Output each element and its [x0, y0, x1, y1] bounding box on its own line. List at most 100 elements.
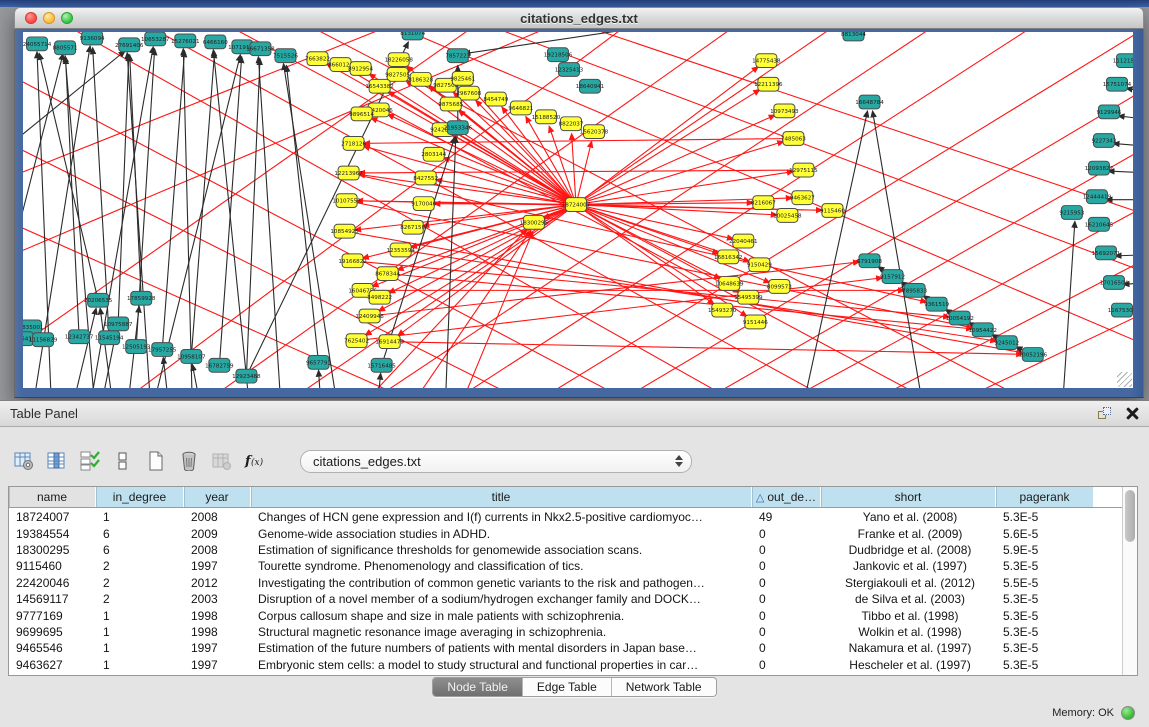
graph-edge [576, 90, 760, 205]
tab-edge-table[interactable]: Edge Table [523, 678, 612, 696]
graph-node-label: 7515526 [273, 54, 298, 60]
table-cell: 18724007 [9, 510, 96, 524]
minimize-window-button[interactable] [43, 12, 55, 24]
table-cell: Estimation of significance thresholds fo… [251, 543, 752, 557]
table-row[interactable]: 977716911998Corpus callosum shape and si… [9, 607, 1122, 623]
import-table-icon[interactable] [210, 449, 234, 473]
svg-text:(x): (x) [251, 457, 264, 468]
tab-node-table[interactable]: Node Table [433, 678, 523, 696]
graph-node-label: 8813044 [841, 32, 866, 38]
graph-edge [63, 308, 96, 388]
zoom-window-button[interactable] [61, 12, 73, 24]
graph-node-label: 16210645 [1085, 222, 1114, 228]
show-columns-icon[interactable] [45, 449, 69, 473]
table-row[interactable]: 1456911722003Disruption of a novel membe… [9, 591, 1122, 607]
graph-node-label: 7625402 [344, 339, 369, 345]
table-cell: de Silva et al. (2003) [821, 592, 996, 606]
table-cell: Structural magnetic resonance image aver… [251, 625, 752, 639]
table-cell: 1 [96, 625, 184, 639]
graph-node-label: 8267150 [400, 225, 425, 231]
graph-node-label: 9157912 [880, 275, 905, 281]
table-cell: 0 [752, 625, 821, 639]
float-panel-icon[interactable] [1098, 407, 1112, 421]
graph-node-label: 8678344 [375, 272, 400, 278]
table-row[interactable]: 969969511998Structural magnetic resonanc… [9, 624, 1122, 640]
column-header-label: year [205, 490, 228, 504]
column-header-name[interactable]: name [9, 487, 96, 507]
close-window-button[interactable] [25, 12, 37, 24]
graph-node-label: 8099573 [767, 284, 792, 290]
network-view-frame: 1872400776638228660128891295418226058982… [14, 29, 1144, 398]
graph-edge [118, 55, 129, 324]
close-panel-icon[interactable] [1126, 407, 1139, 420]
column-header-in_degree[interactable]: in_degree [96, 487, 184, 507]
column-header-title[interactable]: title [251, 487, 752, 507]
network-canvas[interactable]: 1872400776638228660128891295418226058982… [23, 32, 1133, 388]
column-header-year[interactable]: year [184, 487, 251, 507]
graph-node-label: 15692071 [1092, 251, 1121, 257]
graph-node-label: 12505193 [122, 345, 151, 351]
graph-edge [576, 115, 775, 205]
column-header-pagerank[interactable]: pagerank [996, 487, 1094, 507]
table-row[interactable]: 2242004622012Investigating the contribut… [9, 575, 1122, 591]
graph-node-label: 7835001 [23, 325, 44, 331]
graph-node-label: 15751074 [1103, 82, 1132, 88]
table-cell: 1997 [184, 658, 251, 672]
new-table-icon[interactable] [144, 449, 168, 473]
graph-node-label: 2718126 [341, 141, 366, 147]
column-header-out_de[interactable]: △out_de… [752, 487, 821, 507]
graph-node-label: 7857223 [445, 54, 470, 60]
graph-node-label: 19166822 [338, 259, 366, 265]
graph-node-label: 12409948 [355, 314, 384, 320]
table-cell: 1 [96, 641, 184, 655]
graph-node-label: 8805571 [53, 46, 78, 52]
row-height-icon[interactable] [111, 449, 135, 473]
graph-node-label: 16648784 [855, 100, 884, 106]
table-cell: Investigating the contribution of common… [251, 576, 752, 590]
table-row[interactable]: 911546021997Tourette syndrome. Phenomeno… [9, 558, 1122, 574]
table-vertical-scrollbar[interactable] [1122, 487, 1137, 675]
graph-node-label: 7485063 [781, 137, 806, 143]
table-cell: 2 [96, 559, 184, 573]
table-settings-icon[interactable] [12, 449, 36, 473]
table-row[interactable]: 1830029562008Estimation of significance … [9, 542, 1122, 558]
table-row[interactable]: 1938455462009Genome-wide association stu… [9, 525, 1122, 541]
function-builder-icon[interactable]: f(x) [243, 449, 267, 473]
select-columns-icon[interactable] [78, 449, 102, 473]
column-header-label: name [37, 490, 67, 504]
scrollbar-thumb[interactable] [1125, 490, 1135, 542]
table-cell: Embryonic stem cells: a model to study s… [251, 658, 752, 672]
window-title: citations_edges.txt [15, 11, 1143, 26]
column-header-short[interactable]: short [821, 487, 996, 507]
window-titlebar[interactable]: citations_edges.txt [14, 7, 1144, 29]
graph-node-label: 21953346 [444, 126, 473, 132]
graph-node-label: 10052196 [1019, 352, 1048, 358]
table-cell: Hescheler et al. (1997) [821, 658, 996, 672]
table-cell: Yano et al. (2008) [821, 510, 996, 524]
graph-node-label: 16671358 [246, 47, 275, 53]
graph-edge [246, 59, 260, 377]
graph-node-label: 9215953 [1059, 210, 1084, 216]
table-row[interactable]: 946554611997Estimation of the future num… [9, 640, 1122, 656]
resize-grip-icon[interactable] [1117, 372, 1132, 387]
table-cell: 22420046 [9, 576, 96, 590]
table-cell: 5.6E-5 [996, 527, 1094, 541]
graph-node-label: 17016504 [1100, 280, 1129, 286]
network-view-window[interactable]: citations_edges.txt 18724007766382286601… [14, 7, 1144, 398]
graph-edge [353, 261, 950, 317]
graph-node-label: 9827505 [385, 72, 410, 78]
graph-node-label: 27691406 [115, 43, 144, 49]
table-cell: 1998 [184, 625, 251, 639]
delete-table-icon[interactable] [177, 449, 201, 473]
table-row[interactable]: 1872400712008Changes of HCN gene express… [9, 509, 1122, 525]
table-cell: 1997 [184, 641, 251, 655]
graph-edge [364, 139, 794, 144]
column-header-label: short [895, 490, 922, 504]
tab-network-table[interactable]: Network Table [612, 678, 716, 696]
graph-edge [544, 71, 1133, 388]
table-row[interactable]: 946362711997Embryonic stem cells: a mode… [9, 657, 1122, 673]
table-selector-dropdown[interactable]: citations_edges.txt [300, 450, 692, 473]
graph-edge [162, 51, 184, 350]
table-cell: Wolkin et al. (1998) [821, 625, 996, 639]
graph-node-label: 12353594 [386, 248, 415, 254]
